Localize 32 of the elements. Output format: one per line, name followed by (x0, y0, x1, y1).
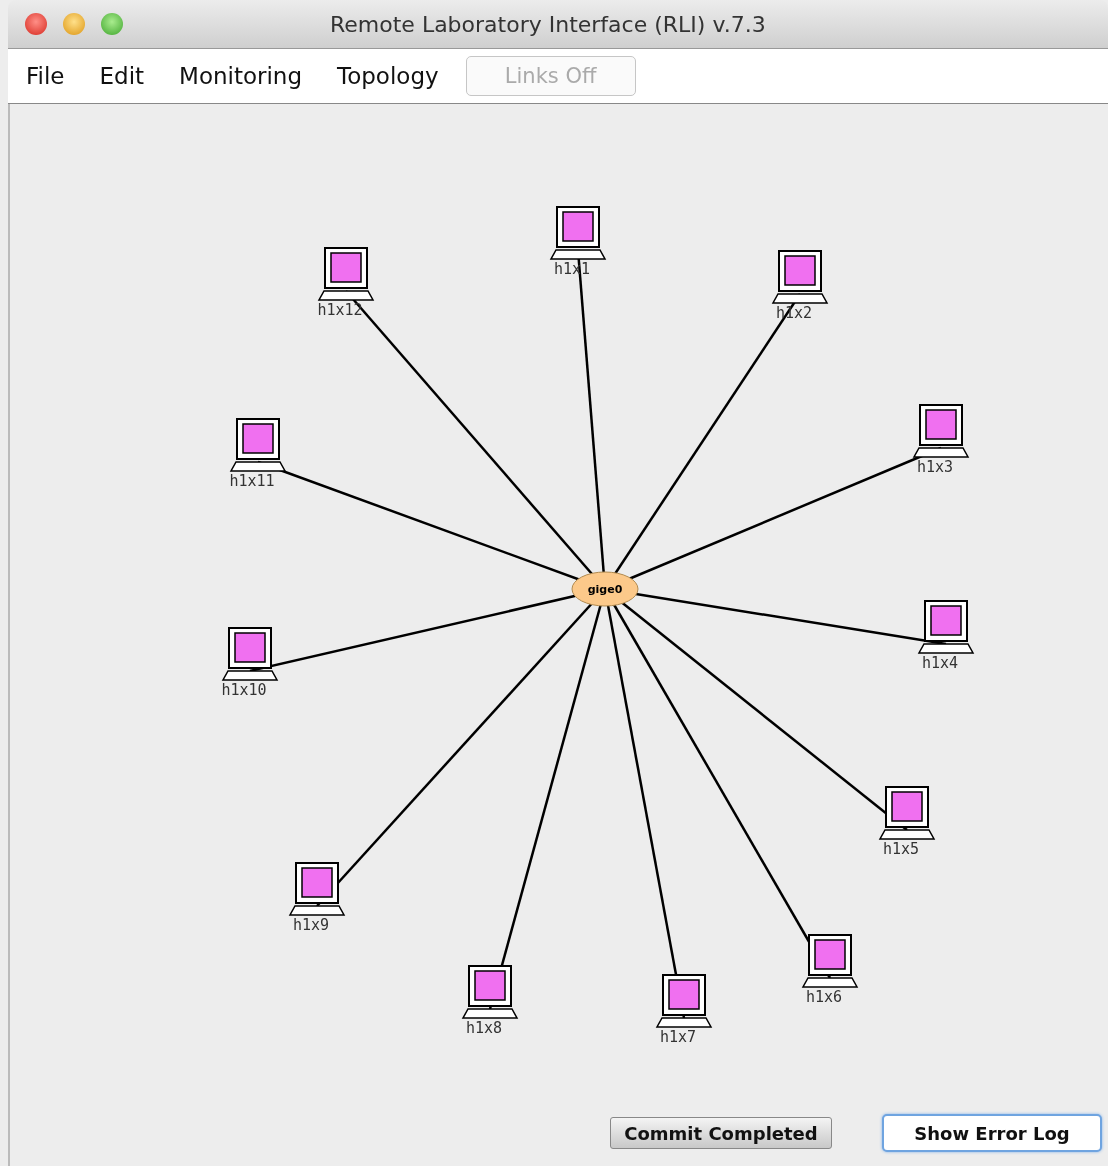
computer-icon[interactable] (461, 965, 519, 1019)
computer-icon[interactable] (655, 974, 713, 1028)
computer-icon[interactable] (878, 786, 936, 840)
host-label: h1x6 (805, 988, 843, 1006)
menu-item[interactable]: Monitoring (179, 62, 303, 89)
host-label: h1x11 (229, 472, 275, 490)
close-button[interactable] (25, 12, 47, 35)
host-label: h1x7 (659, 1028, 697, 1046)
menu-item[interactable]: File (26, 62, 65, 89)
menu-item[interactable]: Edit (99, 62, 145, 89)
computer-icon[interactable] (801, 934, 859, 988)
host-label: h1x10 (221, 681, 267, 699)
host-label: h1x3 (916, 458, 954, 476)
window-title: Remote Laboratory Interface (RLI) v.7.3 (330, 12, 766, 37)
computer-icon[interactable] (549, 206, 607, 260)
computer-icon[interactable] (771, 250, 829, 304)
host-label: h1x12 (317, 301, 363, 319)
switch-node[interactable] (571, 571, 639, 607)
computer-icon[interactable] (317, 247, 375, 301)
host-label: h1x5 (882, 840, 920, 858)
host-label: h1x9 (292, 916, 330, 934)
computer-icon[interactable] (221, 627, 279, 681)
switch-label: gige0 (587, 583, 623, 596)
computer-icon[interactable] (917, 600, 975, 654)
computer-icon[interactable] (229, 418, 287, 472)
action-button[interactable]: Commit Completed (610, 1117, 832, 1149)
computer-icon[interactable] (912, 404, 970, 458)
menu-item[interactable]: Topology (337, 62, 439, 89)
action-button[interactable]: Show Error Log (882, 1114, 1102, 1152)
host-label: h1x8 (465, 1019, 503, 1037)
computer-icon[interactable] (288, 862, 346, 916)
host-label: h1x4 (921, 654, 959, 672)
